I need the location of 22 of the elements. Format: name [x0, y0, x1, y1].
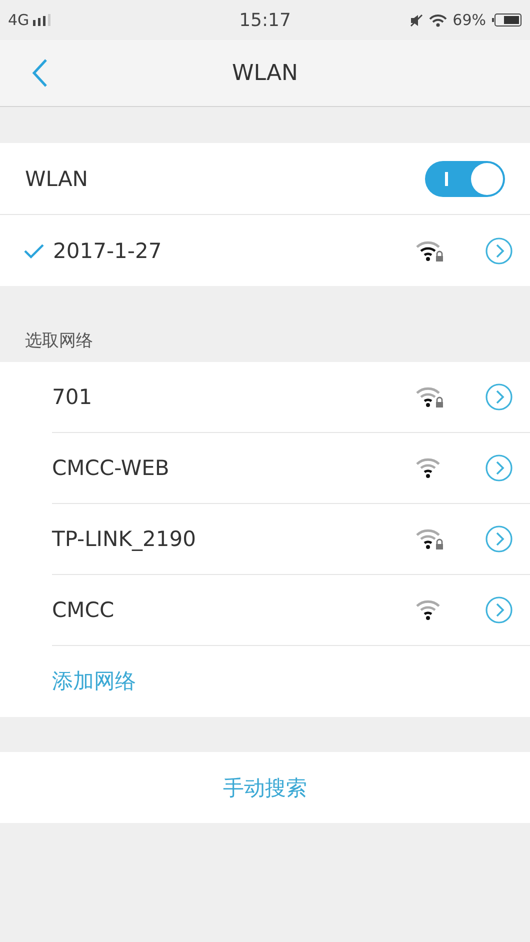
details-icon[interactable]: [485, 454, 513, 482]
details-icon[interactable]: [485, 596, 513, 624]
network-name[interactable]: CMCC-WEB: [52, 456, 415, 480]
section-label: 选取网络: [24, 330, 94, 353]
page-title: WLAN: [232, 60, 298, 86]
wifi-icon: [428, 14, 447, 26]
details-icon[interactable]: [485, 383, 513, 411]
network-name[interactable]: 2017-1-27: [53, 238, 415, 262]
mute-icon: [410, 14, 423, 26]
network-type: 4G: [8, 11, 30, 29]
network-name[interactable]: CMCC: [52, 598, 415, 622]
battery-percent: 69%: [452, 11, 486, 29]
signal-icon: [33, 14, 52, 26]
wlan-label: WLAN: [25, 166, 88, 190]
back-icon[interactable]: [32, 58, 48, 88]
details-icon[interactable]: [485, 236, 513, 264]
details-icon[interactable]: [485, 525, 513, 553]
network-name[interactable]: TP-LINK_2190: [52, 527, 415, 551]
network-name[interactable]: 701: [52, 385, 415, 409]
wlan-toggle[interactable]: [425, 160, 505, 196]
battery-icon: [492, 13, 522, 27]
status-time: 15:17: [239, 10, 291, 30]
